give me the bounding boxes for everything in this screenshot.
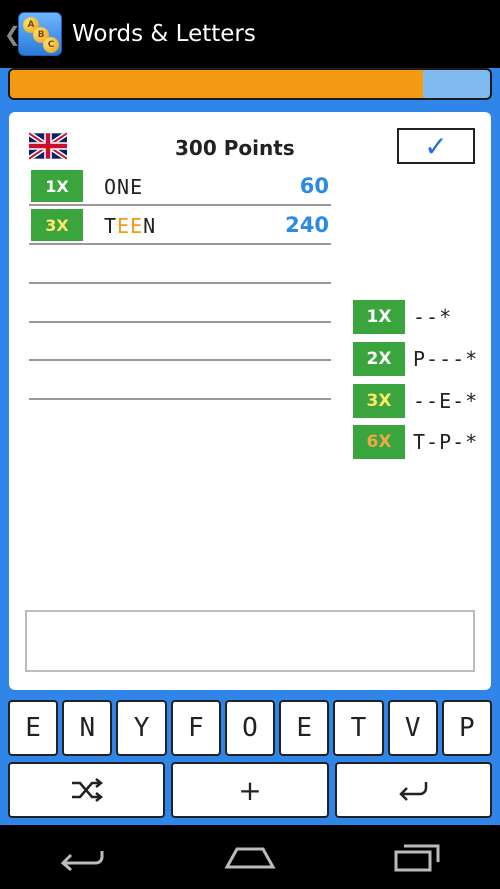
plus-icon: + [238, 773, 262, 807]
system-nav-bar [0, 825, 500, 889]
nav-back-button[interactable] [43, 837, 123, 877]
bonus-multiplier-badge: 6X [353, 425, 405, 459]
letter-key[interactable]: E [8, 700, 59, 756]
letter-key[interactable]: N [62, 700, 113, 756]
empty-word-line [29, 282, 331, 284]
word-score: 240 [285, 213, 329, 237]
enter-icon [399, 782, 428, 801]
app-title: Words & Letters [72, 21, 256, 47]
home-icon [224, 847, 276, 869]
bonus-pattern: 1X --* [353, 300, 483, 334]
bonus-pattern: 3X --E-* [353, 384, 483, 418]
uk-flag-icon [29, 132, 67, 160]
back-chevron-icon[interactable]: ❮ [4, 22, 21, 46]
checkmark-icon: ✓ [424, 129, 448, 163]
submit-check-button[interactable]: ✓ [397, 128, 475, 164]
bonus-multiplier-badge: 2X [353, 342, 405, 376]
empty-word-line [29, 359, 331, 361]
word-row: 1X ONE 60 [29, 168, 331, 206]
empty-word-line [29, 321, 331, 323]
letter-key[interactable]: V [387, 700, 438, 756]
add-button[interactable]: + [171, 762, 329, 818]
bonus-multiplier-badge: 3X [353, 384, 405, 418]
game-card: 300 Points ✓ 1X ONE 60 3X TEEN 240 1X --… [9, 112, 491, 690]
letter-key[interactable]: F [170, 700, 221, 756]
bonus-pattern: 6X T-P-* [353, 425, 483, 459]
multiplier-badge: 3X [31, 209, 83, 241]
points-total: 300 Points [175, 136, 295, 160]
word-input-field[interactable] [25, 610, 475, 672]
progress-bar [8, 68, 492, 100]
letter-key[interactable]: E [279, 700, 330, 756]
letter-key[interactable]: T [333, 700, 384, 756]
action-bar: ❮ A B C Words & Letters [0, 0, 500, 68]
bonus-pattern-text: P---* [413, 347, 479, 371]
app-logo-icon[interactable]: A B C [18, 12, 62, 56]
nav-home-button[interactable] [210, 837, 290, 877]
bonus-pattern-text: --E-* [413, 389, 479, 413]
bonus-pattern: 2X P---* [353, 342, 483, 376]
letter-key[interactable]: P [441, 700, 492, 756]
bonus-pattern-text: --* [413, 305, 453, 329]
nav-recents-button[interactable] [377, 837, 457, 877]
progress-fill [10, 70, 423, 98]
letter-keyboard: E N Y F O E T V P [8, 700, 492, 756]
word-text: ONE [104, 175, 144, 199]
letter-key[interactable]: Y [116, 700, 167, 756]
multiplier-badge: 1X [31, 170, 83, 202]
empty-word-line [29, 398, 331, 400]
enter-button[interactable] [334, 762, 492, 818]
bonus-pattern-text: T-P-* [413, 430, 479, 454]
word-score: 60 [299, 174, 329, 198]
word-row: 3X TEEN 240 [29, 207, 331, 245]
shuffle-icon [71, 778, 103, 802]
shuffle-button[interactable] [8, 762, 166, 818]
word-text: TEEN [104, 214, 157, 238]
bonus-multiplier-badge: 1X [353, 300, 405, 334]
control-keys: + [8, 762, 492, 818]
letter-key[interactable]: O [224, 700, 276, 756]
recents-icon [394, 844, 440, 872]
back-arrow-icon [61, 851, 104, 871]
